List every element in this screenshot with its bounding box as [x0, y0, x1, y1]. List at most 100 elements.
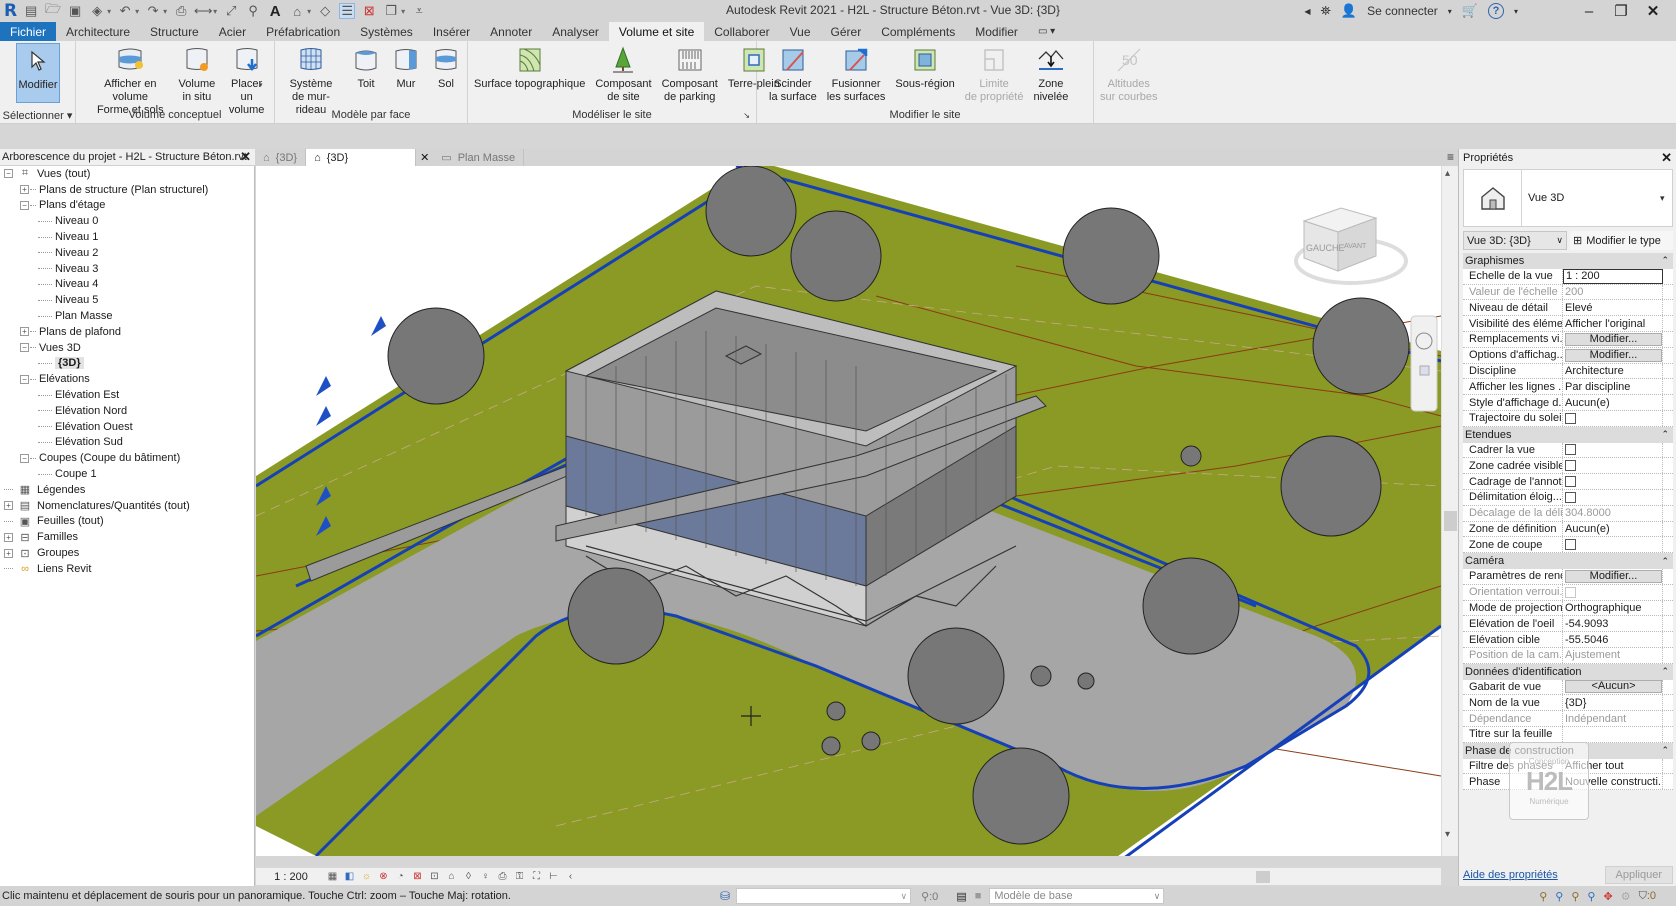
- recent-files-icon[interactable]: ▤: [23, 3, 39, 19]
- view-tabs-menu-icon[interactable]: ≡: [1447, 150, 1454, 164]
- property-checkbox[interactable]: [1563, 458, 1663, 474]
- scroll-down-icon[interactable]: ▾: [1445, 829, 1450, 840]
- tree-item[interactable]: + ▤ Nomenclatures/Quantités (tout): [0, 498, 254, 514]
- tab-structure[interactable]: Structure: [140, 22, 209, 41]
- subregion-button[interactable]: Sous-région: [891, 43, 958, 107]
- site-model-drawing[interactable]: GAUCHE AVANT: [256, 166, 1441, 856]
- tree-item[interactable]: Niveau 1: [0, 229, 254, 245]
- tree-item[interactable]: ▦ Légendes: [0, 482, 254, 498]
- tree-item[interactable]: Elévation Sud: [0, 435, 254, 451]
- type-selector[interactable]: Vue 3D ▾: [1463, 169, 1673, 227]
- collapse-group-icon[interactable]: ⌃: [1661, 666, 1669, 677]
- floor-by-face-button[interactable]: Sol: [427, 43, 465, 107]
- property-value[interactable]: Architecture: [1563, 363, 1663, 379]
- modifier-button[interactable]: Modifier: [16, 43, 60, 103]
- edit-button[interactable]: Modifier...: [1565, 348, 1662, 362]
- hscroll-thumb[interactable]: [1256, 871, 1270, 883]
- sign-in-dropdown-icon[interactable]: ▾: [1448, 7, 1452, 16]
- crop-region-icon[interactable]: ⊡: [428, 870, 441, 883]
- tree-item[interactable]: ▣ Feuilles (tout): [0, 514, 254, 530]
- show-analytical-icon[interactable]: ⛶: [530, 870, 543, 883]
- tree-item[interactable]: − Coupes (Coupe du bâtiment): [0, 450, 254, 466]
- collapse-icon[interactable]: −: [20, 453, 29, 463]
- customize-qat-icon[interactable]: ⩡: [411, 3, 427, 19]
- temporary-properties-icon[interactable]: ⎙: [496, 870, 509, 883]
- text-icon[interactable]: A: [267, 3, 283, 20]
- tree-item[interactable]: + ⊟ Familles: [0, 529, 254, 545]
- tree-item[interactable]: + ⊡ Groupes: [0, 545, 254, 561]
- checkbox[interactable]: [1565, 491, 1576, 503]
- ribbon-minimize-toggle[interactable]: ▭ ▾: [1028, 22, 1065, 41]
- viewcube-avant[interactable]: AVANT: [1344, 243, 1367, 250]
- redo-dropdown-icon[interactable]: ▾: [163, 7, 167, 16]
- detail-level-icon[interactable]: ▦: [326, 870, 339, 883]
- unlocked-view-icon[interactable]: ⌂: [445, 870, 458, 883]
- background-processes-icon[interactable]: ⚙: [1621, 890, 1631, 903]
- view-tab-3d-1[interactable]: ⌂ {3D}: [255, 149, 307, 166]
- property-value[interactable]: Afficher l'original: [1563, 316, 1663, 331]
- measure-dropdown-icon[interactable]: ▾: [213, 7, 217, 16]
- scroll-up-icon[interactable]: ▴: [1445, 168, 1450, 179]
- edit-button[interactable]: Modifier...: [1565, 332, 1662, 346]
- collapse-group-icon[interactable]: ⌃: [1661, 556, 1669, 567]
- undo-icon[interactable]: ↶: [117, 3, 133, 19]
- property-value[interactable]: -55.5046: [1563, 632, 1663, 647]
- drag-elements-icon[interactable]: ✥: [1603, 890, 1612, 903]
- place-mass-button[interactable]: Placer un volume: [221, 43, 272, 116]
- select-by-face-icon[interactable]: ⚲: [1587, 890, 1595, 903]
- property-edit-button[interactable]: Modifier...: [1563, 331, 1663, 347]
- curtain-system-button[interactable]: Système de mur-rideau: [277, 43, 345, 116]
- expand-icon[interactable]: +: [4, 532, 13, 542]
- tab-collaborer[interactable]: Collaborer: [704, 22, 779, 41]
- type-dropdown-icon[interactable]: ▾: [1660, 170, 1672, 226]
- tree-item[interactable]: + Plans de structure (Plan structurel): [0, 182, 254, 198]
- panel-label-selectionner[interactable]: Sélectionner ▾: [0, 107, 75, 123]
- property-checkbox[interactable]: [1563, 410, 1663, 426]
- properties-help-link[interactable]: Aide des propriétés: [1463, 869, 1558, 881]
- show-mass-dropdown-icon[interactable]: ▾: [259, 81, 263, 89]
- collapse-icon[interactable]: −: [4, 169, 13, 179]
- viewport-vertical-scrollbar[interactable]: ▴ ▾: [1441, 166, 1458, 856]
- binoculars-icon[interactable]: ⛯: [1320, 3, 1330, 19]
- roof-by-face-button[interactable]: Toit: [347, 43, 385, 107]
- tree-item[interactable]: Plan Masse: [0, 308, 254, 324]
- tab-complements[interactable]: Compléments: [871, 22, 965, 41]
- expand-icon[interactable]: +: [4, 501, 13, 511]
- crop-view-icon[interactable]: ⊠: [411, 870, 424, 883]
- collapse-group-icon[interactable]: ⌃: [1661, 429, 1669, 440]
- view-tab-plan-masse[interactable]: ▭ Plan Masse: [433, 149, 525, 166]
- property-value[interactable]: -54.9093: [1563, 616, 1663, 632]
- property-value[interactable]: [1563, 726, 1663, 742]
- help-icon[interactable]: ?: [1487, 3, 1504, 19]
- close-properties-icon[interactable]: ✕: [1661, 150, 1672, 166]
- collapse-bar-icon[interactable]: ‹: [564, 870, 577, 883]
- property-value[interactable]: Par discipline: [1563, 379, 1663, 395]
- sync-dropdown-icon[interactable]: ▾: [107, 7, 111, 16]
- rendering-icon[interactable]: ◔: [394, 870, 407, 883]
- print-icon[interactable]: ⎙: [173, 3, 189, 19]
- sun-path-icon[interactable]: ☼: [360, 870, 373, 883]
- expand-icon[interactable]: +: [20, 327, 29, 337]
- tab-prefabrication[interactable]: Préfabrication: [256, 22, 350, 41]
- edit-button[interactable]: Modifier...: [1565, 569, 1662, 583]
- tab-architecture[interactable]: Architecture: [56, 22, 140, 41]
- merge-surfaces-button[interactable]: Fusionner les surfaces: [823, 43, 890, 107]
- default-3d-view-icon[interactable]: ⌂: [289, 3, 305, 19]
- property-group-header[interactable]: Etendues ⌃: [1463, 426, 1673, 443]
- apply-button[interactable]: Appliquer: [1604, 866, 1673, 884]
- select-pinned-icon[interactable]: ⚲: [1571, 890, 1579, 903]
- label-contours-button[interactable]: 50 Altitudes sur courbes: [1096, 43, 1161, 107]
- help-dropdown-icon[interactable]: ▾: [1514, 7, 1518, 16]
- tree-item[interactable]: Niveau 3: [0, 261, 254, 277]
- filter-icon[interactable]: ⛉:0: [1639, 890, 1656, 903]
- toposurface-button[interactable]: Surface topographique: [470, 43, 589, 107]
- scrollbar-thumb[interactable]: [1444, 511, 1457, 531]
- visual-style-icon[interactable]: ◧: [343, 870, 356, 883]
- wall-by-face-button[interactable]: Mur: [387, 43, 425, 107]
- tab-volume-et-site[interactable]: Volume et site: [608, 22, 705, 41]
- tab-gerer[interactable]: Gérer: [821, 22, 872, 41]
- tab-acier[interactable]: Acier: [209, 22, 256, 41]
- redo-icon[interactable]: ↷: [145, 3, 161, 19]
- viewcube[interactable]: GAUCHE AVANT: [1294, 207, 1408, 285]
- cart-icon[interactable]: 🛒: [1462, 3, 1478, 19]
